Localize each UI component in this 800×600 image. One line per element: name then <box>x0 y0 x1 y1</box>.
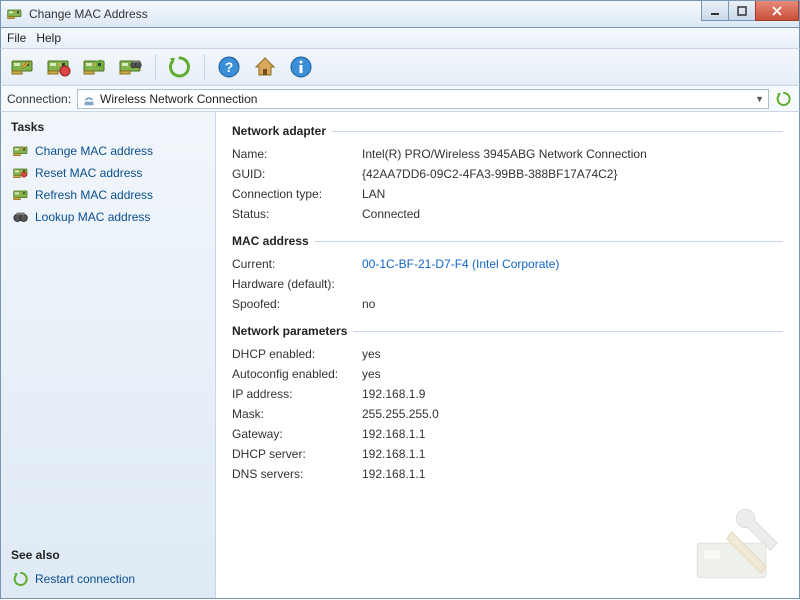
watermark-icon <box>693 509 793 592</box>
status-value: Connected <box>362 207 420 221</box>
toolbar-help-button[interactable] <box>213 52 245 82</box>
toolbar-lookup-mac-button[interactable] <box>115 52 147 82</box>
task-label: Lookup MAC address <box>35 210 150 224</box>
task-label: Reset MAC address <box>35 166 142 180</box>
mask-value: 255.255.255.0 <box>362 407 439 421</box>
toolbar-reset-mac-button[interactable] <box>43 52 75 82</box>
toolbar <box>0 48 800 86</box>
dropdown-arrow-icon: ▼ <box>755 94 764 104</box>
menu-help[interactable]: Help <box>36 31 61 45</box>
connection-refresh-button[interactable] <box>775 90 793 108</box>
name-label: Name: <box>232 147 362 161</box>
spoofed-value: no <box>362 297 375 311</box>
menu-file[interactable]: File <box>7 31 26 45</box>
section-network-parameters: Network parameters DHCP enabled:yes Auto… <box>232 324 783 484</box>
section-network-adapter: Network adapter Name:Intel(R) PRO/Wirele… <box>232 124 783 224</box>
ip-value: 192.168.1.9 <box>362 387 425 401</box>
connection-selected-text: Wireless Network Connection <box>100 92 755 106</box>
sidebar: Tasks Change MAC address Reset MAC addre… <box>1 112 216 598</box>
dhcp-label: DHCP enabled: <box>232 347 362 361</box>
connection-label: Connection: <box>7 92 71 106</box>
toolbar-refresh-button[interactable] <box>164 52 196 82</box>
dns-label: DNS servers: <box>232 467 362 481</box>
dhcpsrv-label: DHCP server: <box>232 447 362 461</box>
name-value: Intel(R) PRO/Wireless 3945ABG Network Co… <box>362 147 647 161</box>
close-button[interactable] <box>755 1 799 21</box>
menu-bar: File Help <box>0 28 800 48</box>
maximize-button[interactable] <box>728 1 756 21</box>
guid-label: GUID: <box>232 167 362 181</box>
ip-label: IP address: <box>232 387 362 401</box>
dhcpsrv-value: 192.168.1.1 <box>362 447 425 461</box>
refresh-icon <box>13 571 29 587</box>
nic-pencil-icon <box>13 143 29 159</box>
minimize-button[interactable] <box>701 1 729 21</box>
task-label: Refresh MAC address <box>35 188 153 202</box>
wireless-icon <box>82 92 96 106</box>
section-title: Network adapter <box>232 124 326 138</box>
auto-label: Autoconfig enabled: <box>232 367 362 381</box>
dhcp-value: yes <box>362 347 381 361</box>
binoculars-icon <box>13 209 29 225</box>
spoofed-label: Spoofed: <box>232 297 362 311</box>
dns-value: 192.168.1.1 <box>362 467 425 481</box>
conntype-label: Connection type: <box>232 187 362 201</box>
section-mac-address: MAC address Current:00-1C-BF-21-D7-F4 (I… <box>232 234 783 314</box>
task-reset-mac[interactable]: Reset MAC address <box>11 162 205 184</box>
gw-value: 192.168.1.1 <box>362 427 425 441</box>
task-lookup-mac[interactable]: Lookup MAC address <box>11 206 205 228</box>
task-refresh-mac[interactable]: Refresh MAC address <box>11 184 205 206</box>
gw-label: Gateway: <box>232 427 362 441</box>
toolbar-home-button[interactable] <box>249 52 281 82</box>
connection-dropdown[interactable]: Wireless Network Connection ▼ <box>77 89 769 109</box>
section-title: MAC address <box>232 234 309 248</box>
toolbar-separator <box>204 54 205 80</box>
toolbar-refresh-mac-button[interactable] <box>79 52 111 82</box>
main-area: Tasks Change MAC address Reset MAC addre… <box>0 112 800 599</box>
tasks-header: Tasks <box>11 120 205 134</box>
window-title: Change MAC Address <box>29 7 148 21</box>
toolbar-about-button[interactable] <box>285 52 317 82</box>
see-also-header: See also <box>11 548 205 562</box>
content-panel: Network adapter Name:Intel(R) PRO/Wirele… <box>216 112 799 598</box>
current-mac-value[interactable]: 00-1C-BF-21-D7-F4 (Intel Corporate) <box>362 257 559 271</box>
status-label: Status: <box>232 207 362 221</box>
hwdefault-label: Hardware (default): <box>232 277 362 291</box>
task-label: Change MAC address <box>35 144 153 158</box>
connection-row: Connection: Wireless Network Connection … <box>0 86 800 112</box>
conntype-value: LAN <box>362 187 385 201</box>
mask-label: Mask: <box>232 407 362 421</box>
window-controls <box>702 1 799 21</box>
nic-reset-icon <box>13 165 29 181</box>
app-icon <box>7 6 23 22</box>
toolbar-change-mac-button[interactable] <box>7 52 39 82</box>
toolbar-separator <box>155 54 156 80</box>
task-restart-connection[interactable]: Restart connection <box>11 568 205 590</box>
task-label: Restart connection <box>35 572 135 586</box>
guid-value: {42AA7DD6-09C2-4FA3-99BB-388BF17A74C2} <box>362 167 618 181</box>
section-title: Network parameters <box>232 324 347 338</box>
title-bar: Change MAC Address <box>0 0 800 28</box>
nic-refresh-icon <box>13 187 29 203</box>
task-change-mac[interactable]: Change MAC address <box>11 140 205 162</box>
current-label: Current: <box>232 257 362 271</box>
auto-value: yes <box>362 367 381 381</box>
